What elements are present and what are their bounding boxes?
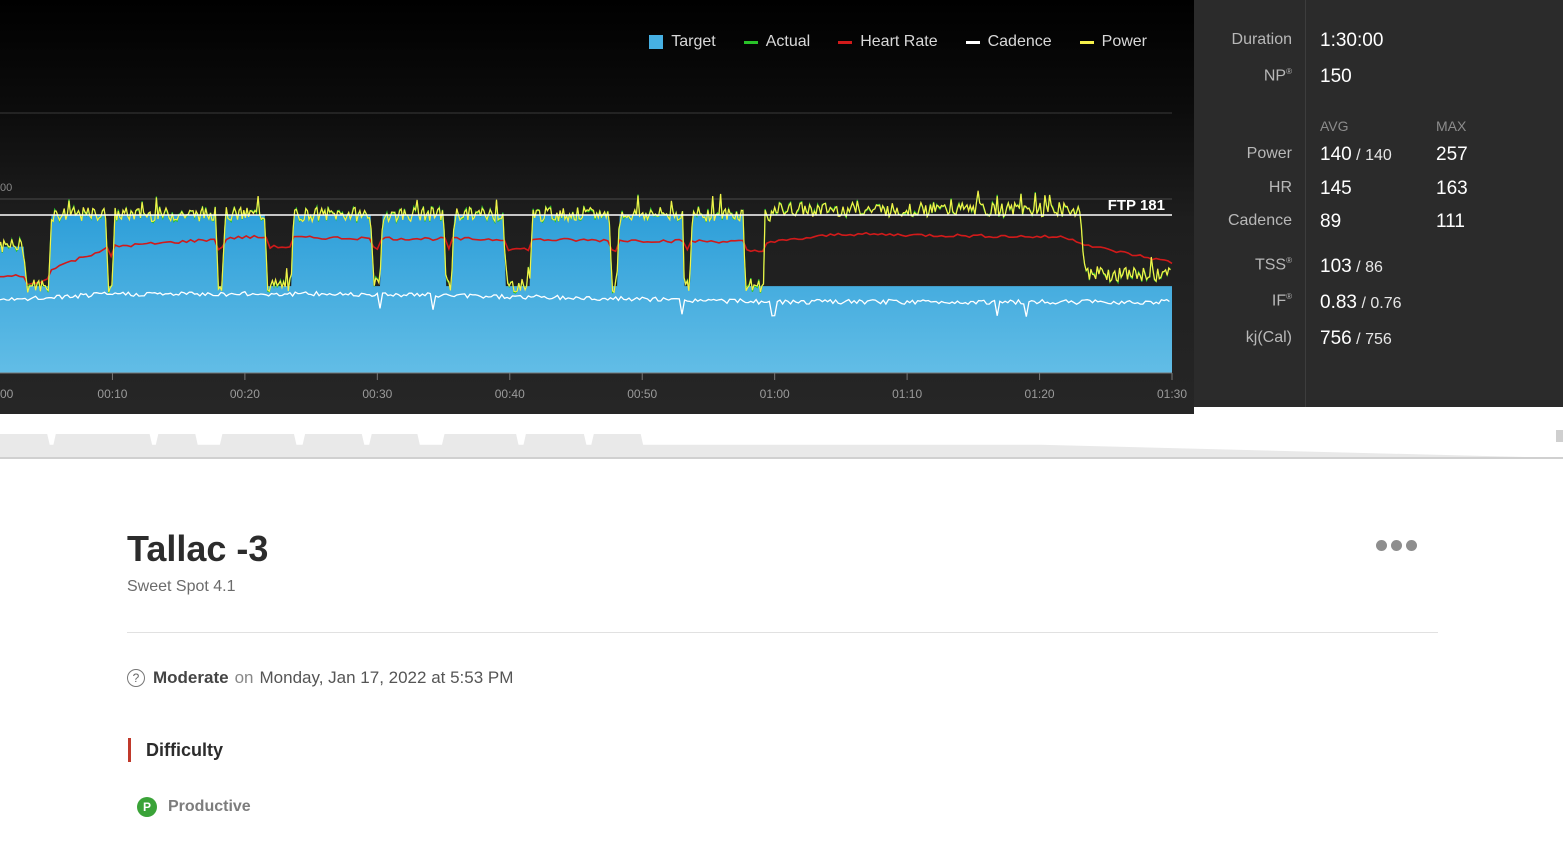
kj-value: 756 / 756: [1320, 328, 1392, 350]
x-axis-ticks: 00 00:10 00:20 00:30 00:40 00:50 01:00 01:10 01:…: [0, 373, 1187, 401]
workout-date: Monday, Jan 17, 2022 at 5:53 PM: [259, 668, 514, 687]
kj-main: 756: [1320, 328, 1352, 349]
cadence-avg: 89: [1320, 211, 1342, 232]
duration-label: Duration: [1231, 31, 1292, 48]
max-header: MAX: [1436, 118, 1467, 134]
kj-sub-wrap: / 756: [1352, 331, 1392, 348]
hr-max: 163: [1436, 178, 1468, 199]
kj-label: kj(Cal): [1245, 329, 1292, 346]
np-label-text: NP: [1263, 67, 1287, 85]
legend-heart-rate[interactable]: Heart Rate: [838, 33, 938, 51]
actual-swatch: [743, 40, 758, 44]
x-tick-label: 01:20: [1025, 387, 1055, 401]
tss-label-text: TSS: [1254, 256, 1287, 274]
chart-legend: Target Actual Heart Rate Cadence Power: [649, 33, 1147, 51]
if-sub: 0.76: [1370, 295, 1402, 312]
legend-cadence-label: Cadence: [987, 33, 1052, 50]
x-tick-label: 01:10: [892, 387, 922, 401]
difficulty-productive: P Productive: [137, 797, 251, 817]
legend-heart-rate-label: Heart Rate: [860, 33, 938, 50]
tss-main: 103: [1320, 256, 1352, 277]
hr-avg: 145: [1320, 178, 1352, 199]
x-tick-label: 00: [0, 387, 14, 401]
cadence-max: 111: [1436, 211, 1465, 232]
legend-cadence[interactable]: Cadence: [965, 33, 1052, 51]
kj-slash: /: [1356, 331, 1361, 348]
x-tick-label: 00:50: [627, 387, 657, 401]
kj-sub: 756: [1365, 331, 1392, 348]
stats-panel: Duration 1:30:00 NP® 150 AVG MAX Power 1…: [1194, 0, 1563, 407]
y-tick-partial: 00: [0, 182, 12, 194]
target-swatch: [649, 35, 664, 49]
np-registered: ®: [1286, 67, 1292, 76]
legend-target[interactable]: Target: [649, 33, 716, 51]
heart-rate-swatch: [838, 40, 853, 44]
more-dot-icon: [1406, 540, 1417, 551]
power-avg-slash: / 140: [1352, 147, 1392, 164]
power-label: Power: [1246, 145, 1292, 162]
x-tick-label: 00:10: [97, 387, 127, 401]
meta-on-word: on: [234, 668, 254, 687]
timeline-overview[interactable]: [0, 414, 1563, 464]
cadence-swatch: [965, 40, 980, 44]
hr-label: HR: [1268, 179, 1292, 196]
legend-actual-label: Actual: [765, 33, 811, 50]
chart-plot: 00 FTP 181 00 00:10 00:20 00:30 00:40 00:50 01…: [0, 112, 1187, 401]
power-avg-main: 140: [1320, 144, 1352, 165]
if-sub-wrap: / 0.76: [1357, 295, 1402, 312]
np-label: NP®: [1264, 67, 1292, 85]
legend-actual[interactable]: Actual: [743, 33, 811, 51]
x-tick-label: 00:30: [362, 387, 392, 401]
if-slash: /: [1361, 295, 1366, 312]
tss-registered: ®: [1286, 256, 1292, 265]
if-main: 0.83: [1320, 292, 1357, 313]
tss-value: 103 / 86: [1320, 256, 1383, 278]
power-max: 257: [1436, 144, 1468, 165]
help-icon[interactable]: ?: [127, 669, 145, 687]
legend-power-label: Power: [1101, 33, 1147, 50]
section-divider: [127, 632, 1438, 633]
more-dot-icon: [1376, 540, 1387, 551]
legend-power[interactable]: Power: [1079, 33, 1147, 51]
workout-subtitle: Sweet Spot 4.1: [127, 578, 236, 595]
workout-chart: 00 FTP 181 00 00:10 00:20 00:30 00:40 00:50 01…: [0, 0, 1194, 414]
cadence-label: Cadence: [1227, 212, 1292, 229]
tss-label: TSS®: [1255, 256, 1292, 274]
x-tick-label: 00:20: [230, 387, 260, 401]
difficulty-heading: Difficulty: [128, 738, 223, 762]
if-label-text: IF: [1271, 292, 1287, 310]
productive-icon: P: [137, 797, 157, 817]
tss-sub: 86: [1365, 259, 1383, 276]
power-avg-sub: 140: [1365, 147, 1392, 164]
np-value: 150: [1320, 66, 1352, 87]
ftp-label: FTP 181: [1108, 197, 1165, 214]
tss-sub-wrap: / 86: [1352, 259, 1383, 276]
power-slash: /: [1356, 147, 1361, 164]
workout-level: Moderate: [153, 668, 229, 687]
if-registered: ®: [1286, 292, 1292, 301]
power-swatch: [1079, 40, 1094, 44]
x-tick-label: 01:00: [760, 387, 790, 401]
workout-meta: ? Moderate on Monday, Jan 17, 2022 at 5:…: [127, 668, 513, 688]
overview-scroll-handle[interactable]: [1556, 430, 1563, 442]
avg-header: AVG: [1320, 118, 1349, 134]
tss-slash: /: [1356, 259, 1361, 276]
x-tick-label: 00:40: [495, 387, 525, 401]
x-tick-label: 01:30: [1157, 387, 1187, 401]
if-value: 0.83 / 0.76: [1320, 292, 1401, 314]
if-label: IF®: [1272, 292, 1292, 310]
legend-target-label: Target: [671, 33, 716, 50]
productive-label: Productive: [168, 798, 251, 815]
power-avg: 140 / 140: [1320, 144, 1392, 166]
stats-divider: [1305, 0, 1306, 407]
more-dot-icon: [1391, 540, 1402, 551]
workout-title: Tallac -3: [127, 528, 269, 569]
more-options-button[interactable]: [1376, 540, 1417, 551]
duration-value: 1:30:00: [1320, 30, 1384, 51]
